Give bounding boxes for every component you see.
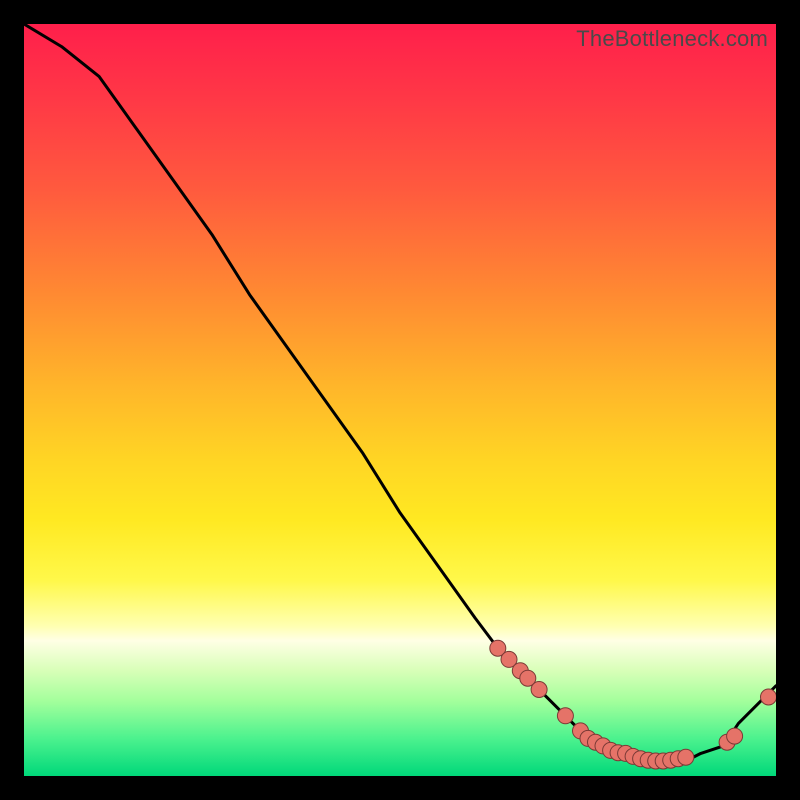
marker-dot [531, 682, 547, 698]
marker-dot [727, 728, 743, 744]
marker-points [490, 640, 776, 769]
plot-area: TheBottleneck.com [24, 24, 776, 776]
curve-layer [24, 24, 776, 776]
bottleneck-line [24, 24, 776, 761]
chart-frame: TheBottleneck.com [0, 0, 800, 800]
watermark-text: TheBottleneck.com [576, 26, 768, 52]
marker-dot [761, 689, 777, 705]
marker-dot [557, 708, 573, 724]
marker-dot [678, 749, 694, 765]
curve-path [24, 24, 776, 761]
